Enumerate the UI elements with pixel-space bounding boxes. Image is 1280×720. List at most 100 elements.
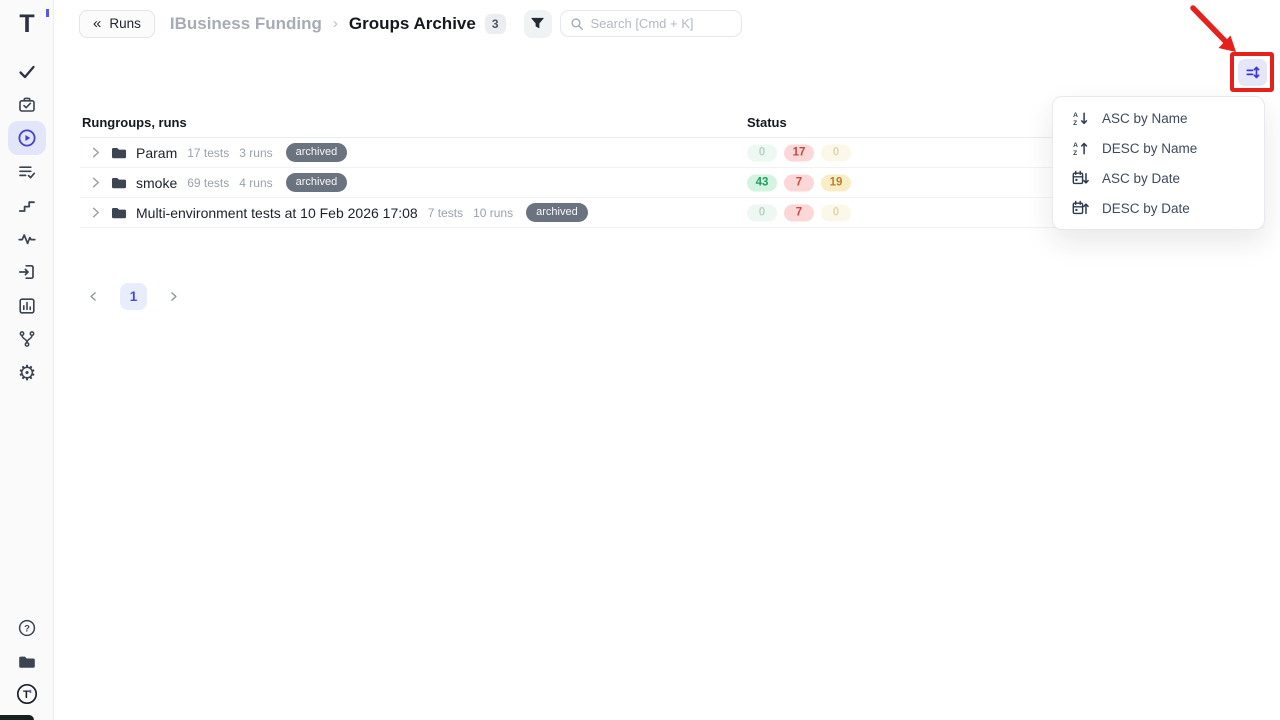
check-icon (17, 62, 37, 82)
annotation-arrow (1186, 3, 1246, 61)
runs-count: 3 runs (239, 146, 272, 160)
runs-count: 4 runs (239, 176, 272, 190)
menu-item-desc-by-date[interactable]: DESC by Date (1053, 193, 1264, 223)
svg-text:A: A (1073, 111, 1078, 118)
table-title: Rungroups, runs (82, 115, 187, 130)
menu-item-asc-by-name[interactable]: A Z ASC by Name (1053, 103, 1264, 133)
account-logo-icon: T (16, 683, 38, 705)
group-count-badge: 3 (485, 14, 506, 34)
search-icon (570, 17, 584, 31)
runs-count: 10 runs (473, 206, 513, 220)
status-pills: 0 17 0 (747, 144, 851, 161)
steps-icon (17, 195, 37, 215)
logo-letter: T (19, 12, 34, 37)
sidebar-item-analytics[interactable] (8, 289, 46, 323)
logo-accent (46, 9, 49, 17)
menu-item-asc-by-date[interactable]: ASC by Date (1053, 163, 1264, 193)
topbar: « Runs IBusiness Funding › Groups Archiv… (79, 9, 742, 38)
sort-dropdown-menu: A Z ASC by Name A Z DESC by Name (1052, 96, 1265, 230)
sidebar-item-settings[interactable]: ⚙ (8, 356, 46, 390)
svg-text:A: A (1073, 141, 1078, 148)
sort-button[interactable] (1238, 59, 1267, 86)
archived-badge: archived (286, 173, 348, 192)
rungroup-name[interactable]: smoke (136, 175, 177, 191)
status-column-header: Status (747, 115, 787, 130)
tests-count: 17 tests (187, 146, 229, 160)
list-check-icon (17, 162, 37, 182)
status-pills: 0 7 0 (747, 204, 851, 221)
back-to-runs-button[interactable]: « Runs (79, 10, 155, 38)
svg-text:Z: Z (1073, 119, 1077, 126)
chevron-right-icon (167, 290, 180, 303)
menu-item-label: ASC by Name (1102, 111, 1188, 126)
calendar-sort-desc-icon (1072, 200, 1089, 217)
sidebar-item-tests[interactable] (8, 55, 46, 89)
skipped-count-pill: 19 (821, 174, 851, 191)
rungroup-name[interactable]: Param (136, 145, 177, 161)
sidebar-item-help[interactable]: ? (8, 611, 46, 645)
app-logo[interactable]: T (10, 7, 44, 41)
folder-icon (110, 144, 128, 162)
expand-chevron-icon[interactable] (88, 175, 103, 190)
passed-count-pill: 43 (747, 174, 777, 191)
tests-count: 7 tests (428, 206, 463, 220)
sidebar-item-pulse[interactable] (8, 222, 46, 256)
folder-icon (17, 652, 37, 672)
menu-item-label: DESC by Date (1102, 201, 1190, 216)
passed-count-pill: 0 (747, 204, 777, 221)
skipped-count-pill: 0 (821, 204, 851, 221)
sort-alpha-asc-icon: A Z (1072, 110, 1089, 127)
folder-icon (110, 174, 128, 192)
screen-corner-artifact (0, 715, 34, 720)
sidebar-item-test-plans[interactable] (8, 88, 46, 122)
failed-count-pill: 7 (784, 174, 814, 191)
current-page-button[interactable]: 1 (120, 283, 147, 310)
search-input[interactable] (591, 16, 732, 31)
folder-icon (110, 204, 128, 222)
skipped-count-pill: 0 (821, 144, 851, 161)
search-box (560, 10, 742, 37)
previous-page-button[interactable] (80, 283, 107, 310)
sidebar-item-projects[interactable] (8, 645, 46, 679)
briefcase-check-icon (17, 95, 37, 115)
branch-icon (17, 329, 37, 349)
breadcrumb-current-page: Groups Archive (349, 14, 476, 34)
chevron-left-icon (87, 290, 100, 303)
back-button-label: Runs (109, 16, 141, 31)
sidebar-item-steps[interactable] (8, 188, 46, 222)
play-circle-icon (17, 128, 37, 148)
calendar-sort-asc-icon (1072, 170, 1089, 187)
bar-chart-icon (17, 296, 37, 316)
tests-count: 69 tests (187, 176, 229, 190)
sidebar-item-account[interactable]: T (8, 677, 46, 711)
breadcrumb-project[interactable]: IBusiness Funding (170, 14, 322, 34)
sidebar-item-branches[interactable] (8, 322, 46, 356)
rungroup-name[interactable]: Multi-environment tests at 10 Feb 2026 1… (136, 205, 418, 221)
menu-item-desc-by-name[interactable]: A Z DESC by Name (1053, 133, 1264, 163)
filter-button[interactable] (524, 10, 552, 38)
expand-chevron-icon[interactable] (88, 205, 103, 220)
menu-item-label: DESC by Name (1102, 141, 1197, 156)
help-icon: ? (17, 618, 37, 638)
sidebar-item-import[interactable] (8, 255, 46, 289)
status-pills: 43 7 19 (747, 174, 851, 191)
breadcrumb-separator: › (333, 15, 338, 32)
app-window: T (0, 0, 1280, 720)
chevrons-left-icon: « (93, 16, 101, 31)
archived-badge: archived (286, 143, 348, 162)
failed-count-pill: 7 (784, 204, 814, 221)
menu-item-label: ASC by Date (1102, 171, 1180, 186)
sidebar-item-runs[interactable] (8, 121, 46, 155)
funnel-icon (530, 16, 545, 31)
activity-icon (17, 229, 37, 249)
expand-chevron-icon[interactable] (88, 145, 103, 160)
sidebar-item-tagged-tests[interactable] (8, 155, 46, 189)
gear-icon: ⚙ (18, 363, 37, 384)
next-page-button[interactable] (160, 283, 187, 310)
svg-text:Z: Z (1073, 149, 1077, 156)
passed-count-pill: 0 (747, 144, 777, 161)
svg-text:?: ? (24, 623, 30, 634)
import-icon (17, 262, 37, 282)
failed-count-pill: 17 (784, 144, 814, 161)
sort-lines-updown-icon (1243, 63, 1262, 82)
